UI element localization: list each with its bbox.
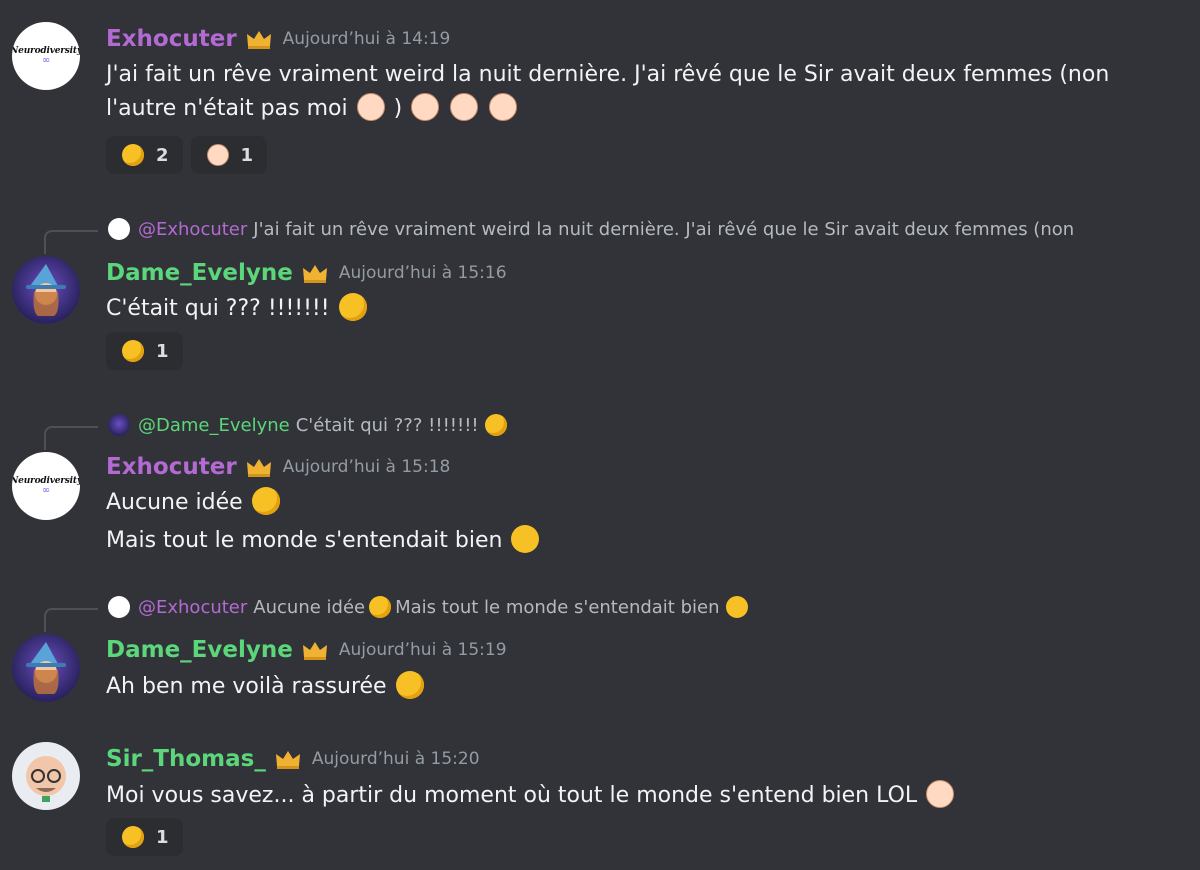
- sir-face-emoji: [356, 93, 385, 121]
- message-line-1: J'ai fait un rêve vraiment weird la nuit…: [106, 62, 1110, 87]
- reaction-laughing[interactable]: 1: [106, 818, 183, 856]
- reply-content[interactable]: @Dame_Evelyne C'était qui ??? !!!!!!!: [108, 414, 509, 436]
- crown-icon: [275, 751, 300, 769]
- rofl-emoji: [122, 340, 144, 362]
- username[interactable]: Exhocuter: [106, 26, 237, 52]
- witch-icon: [26, 264, 66, 316]
- avatar-exhocuter[interactable]: Neurodiversity ∞: [12, 22, 80, 90]
- message-header: Dame_Evelyne Aujourd’hui à 15:16: [106, 258, 507, 288]
- crown-icon: [302, 642, 327, 660]
- rofl-emoji: [122, 144, 144, 166]
- reply-avatar: [108, 596, 130, 618]
- message-text: J'ai fait un rêve vraiment weird la nuit…: [106, 58, 1109, 126]
- timestamp: Aujourd’hui à 15:19: [338, 640, 507, 660]
- message-text: Ah ben me voilà rassurée: [106, 670, 426, 704]
- timestamp: Aujourd’hui à 15:20: [311, 749, 480, 769]
- rofl-emoji: [251, 487, 280, 515]
- grinning-squinting-emoji: [725, 596, 748, 618]
- reply-text-part-1: Aucune idée: [253, 596, 366, 618]
- avatar-dame-evelyne[interactable]: [12, 634, 80, 702]
- reaction-count: 2: [156, 144, 169, 166]
- username[interactable]: Exhocuter: [106, 454, 237, 480]
- message-header: Dame_Evelyne Aujourd’hui à 15:19: [106, 635, 507, 665]
- username[interactable]: Sir_Thomas_: [106, 746, 266, 772]
- message-text: Moi vous savez... à partir du moment où …: [106, 779, 956, 813]
- reply-avatar: [108, 414, 130, 436]
- message-header: Exhocuter Aujourd’hui à 14:19: [106, 24, 450, 54]
- reaction-count: 1: [156, 826, 169, 848]
- thinking-face-emoji: [926, 780, 955, 808]
- reaction-rofl[interactable]: 2: [106, 136, 183, 174]
- timestamp: Aujourd’hui à 15:18: [282, 457, 451, 477]
- reply-connector: [44, 608, 98, 632]
- laughing-emoji: [122, 826, 144, 848]
- reply-avatar: [108, 218, 130, 240]
- crown-icon: [246, 31, 271, 49]
- reply-username[interactable]: @Dame_Evelyne: [138, 415, 290, 436]
- avatar-dame-evelyne[interactable]: [12, 256, 80, 324]
- reactions: 1: [106, 332, 183, 370]
- avatar-exhocuter[interactable]: Neurodiversity ∞: [12, 452, 80, 520]
- witch-icon: [26, 642, 66, 694]
- thinking-face-emoji: [489, 93, 518, 121]
- message-line-1: Aucune idée: [106, 486, 541, 520]
- message-line-1: Ah ben me voilà rassurée: [106, 674, 387, 699]
- reply-connector: [44, 230, 98, 254]
- avatar-sir-thomas[interactable]: [12, 742, 80, 810]
- message-header: Exhocuter Aujourd’hui à 15:18: [106, 452, 450, 482]
- reactions: 2 1: [106, 136, 268, 174]
- laughing-emoji: [395, 671, 424, 699]
- infinity-icon: ∞: [41, 485, 51, 496]
- sir-face-emoji: [206, 144, 229, 166]
- username[interactable]: Dame_Evelyne: [106, 637, 293, 663]
- reactions: 1: [106, 818, 183, 856]
- crown-icon: [302, 265, 327, 283]
- reply-username[interactable]: @Exhocuter: [138, 219, 247, 240]
- thinking-face-emoji: [450, 93, 479, 121]
- reply-username[interactable]: @Exhocuter: [138, 597, 247, 618]
- infinity-icon: ∞: [41, 55, 51, 66]
- message-text: Aucune idée Mais tout le monde s'entenda…: [106, 486, 541, 558]
- message-line-1: Moi vous savez... à partir du moment où …: [106, 783, 918, 808]
- message-line-2: Mais tout le monde s'entendait bien: [106, 524, 541, 558]
- message-line-1: C'était qui ??? !!!!!!!: [106, 296, 330, 321]
- reply-preview[interactable]: @Dame_Evelyne C'était qui ??? !!!!!!!: [0, 412, 1200, 450]
- reply-connector: [44, 426, 98, 450]
- reply-content[interactable]: @Exhocuter Aucune idée Mais tout le mond…: [108, 596, 750, 618]
- grinning-squinting-emoji: [511, 525, 540, 553]
- message-line-2-start: l'autre n'était pas moi: [106, 96, 348, 121]
- timestamp: Aujourd’hui à 14:19: [282, 29, 451, 49]
- reply-text: J'ai fait un rêve vraiment weird la nuit…: [253, 218, 1075, 240]
- rofl-emoji: [369, 596, 392, 618]
- reply-preview[interactable]: @Exhocuter Aucune idée Mais tout le mond…: [0, 594, 1200, 632]
- message-line-2: l'autre n'était pas moi ): [106, 92, 1109, 126]
- crown-icon: [246, 459, 271, 477]
- reply-text: C'était qui ??? !!!!!!!: [295, 414, 479, 436]
- laughing-emoji: [338, 293, 367, 321]
- reply-content[interactable]: @Exhocuter J'ai fait un rêve vraiment we…: [108, 218, 1074, 240]
- reaction-count: 1: [156, 340, 169, 362]
- reply-text-part-2: Mais tout le monde s'entendait bien: [395, 596, 720, 618]
- reaction-count: 1: [240, 144, 254, 166]
- username[interactable]: Dame_Evelyne: [106, 260, 293, 286]
- thinking-face-emoji: [411, 93, 440, 121]
- reaction-sir-face[interactable]: 1: [190, 136, 268, 174]
- laughing-emoji: [484, 414, 507, 436]
- timestamp: Aujourd’hui à 15:16: [338, 263, 507, 283]
- message-header: Sir_Thomas_ Aujourd’hui à 15:20: [106, 744, 480, 774]
- reply-preview[interactable]: @Exhocuter J'ai fait un rêve vraiment we…: [0, 216, 1200, 254]
- reaction-rofl[interactable]: 1: [106, 332, 183, 370]
- message-line-2-end: ): [393, 96, 403, 121]
- message-text: C'était qui ??? !!!!!!!: [106, 292, 369, 326]
- bald-man-icon: [26, 756, 66, 802]
